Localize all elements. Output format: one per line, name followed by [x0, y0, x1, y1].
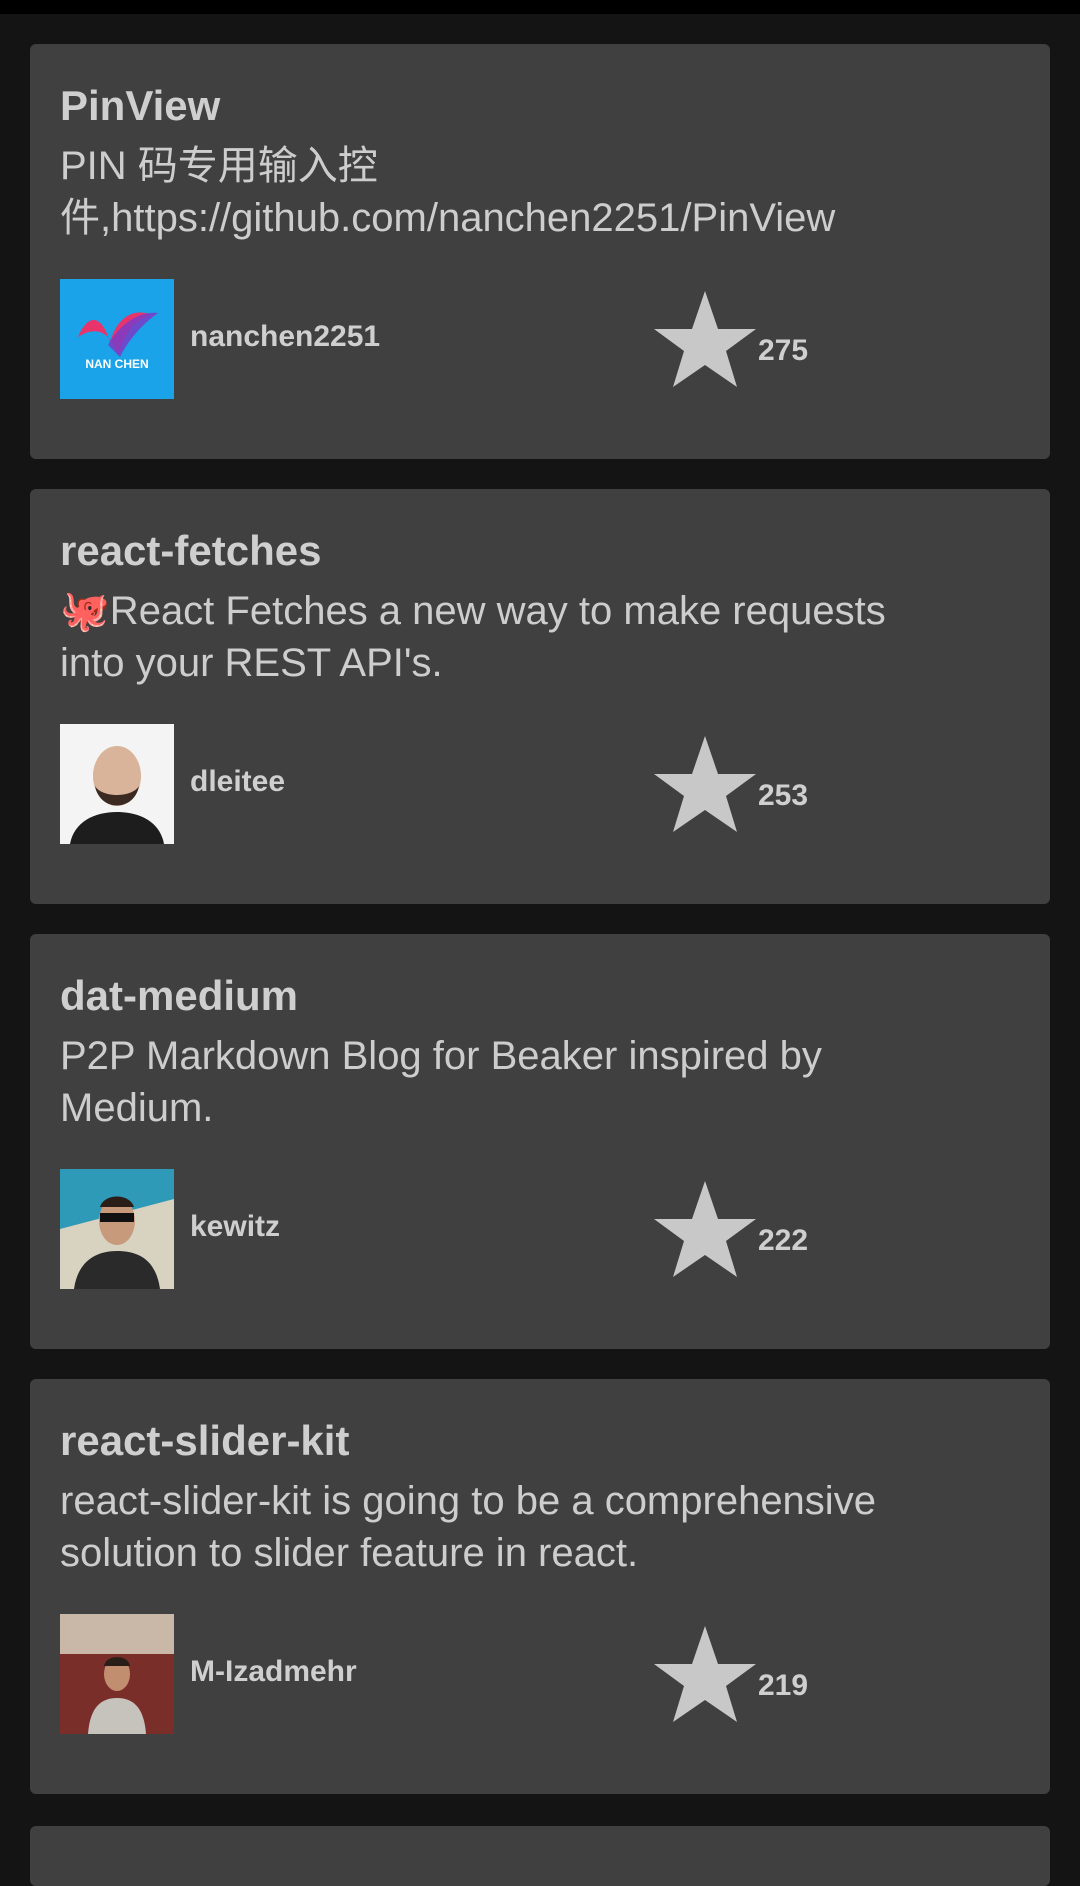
repo-card[interactable]: react-fetches 🐙React Fetches a new way t… — [30, 489, 1050, 904]
avatar[interactable] — [60, 1614, 174, 1734]
repo-name[interactable]: dat-medium — [60, 972, 298, 1020]
repo-name[interactable]: react-slider-kit — [60, 1417, 349, 1465]
star-icon[interactable] — [650, 734, 760, 834]
repo-name[interactable]: PinView — [60, 82, 220, 130]
repo-card-partial[interactable] — [30, 1826, 1050, 1886]
repo-description: 🐙React Fetches a new way to make request… — [60, 589, 886, 685]
star-count: 253 — [758, 779, 809, 812]
star-count: 275 — [758, 334, 809, 367]
avatar[interactable]: NAN CHEN — [60, 279, 174, 399]
star-icon[interactable] — [650, 1624, 760, 1724]
repo-card[interactable]: dat-medium P2P Markdown Blog for Beaker … — [30, 934, 1050, 1349]
owner-name[interactable]: nanchen2251 — [190, 320, 380, 354]
avatar[interactable] — [60, 1169, 174, 1289]
repo-description: P2P Markdown Blog for Beaker inspired by… — [60, 1034, 822, 1130]
repo-description: PIN 码专用输入控件,https://github.com/nanchen22… — [60, 144, 836, 240]
owner-name[interactable]: M-Izadmehr — [190, 1655, 357, 1689]
status-bar — [0, 0, 1080, 14]
repo-description: react-slider-kit is going to be a compre… — [60, 1479, 876, 1575]
avatar-logo-text: NAN CHEN — [85, 357, 149, 371]
avatar[interactable] — [60, 724, 174, 844]
star-count: 222 — [758, 1224, 809, 1257]
owner-name[interactable]: kewitz — [190, 1210, 280, 1244]
star-icon[interactable] — [650, 1179, 760, 1279]
repo-name[interactable]: react-fetches — [60, 527, 321, 575]
star-count: 219 — [758, 1669, 809, 1702]
repo-card[interactable]: react-slider-kit react-slider-kit is goi… — [30, 1379, 1050, 1794]
star-icon[interactable] — [650, 289, 760, 389]
repo-card[interactable]: PinView PIN 码专用输入控件,https://github.com/n… — [30, 44, 1050, 459]
owner-name[interactable]: dleitee — [190, 765, 285, 799]
